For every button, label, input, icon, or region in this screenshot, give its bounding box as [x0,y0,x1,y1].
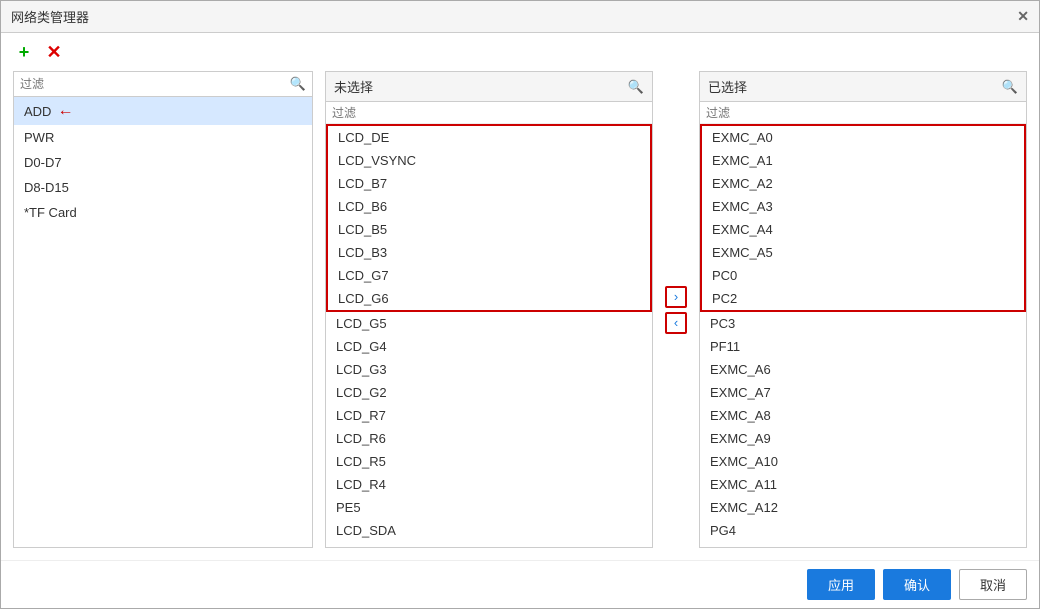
selected-list-item[interactable]: EXMC_A8 [700,404,1026,427]
unselected-list-item[interactable]: LCD_SDA [326,519,652,542]
confirm-button[interactable]: 确认 [883,569,951,600]
middle-panels: 未选择 🔍 LCD_DELCD_VSYNCLCD_B7LCD_B6LCD_B5L… [325,71,1027,548]
close-button[interactable]: ✕ [1017,8,1029,25]
unselected-list-item[interactable]: LCD_R6 [326,427,652,450]
unselected-list-item[interactable]: LCD_B3 [328,241,650,264]
left-list-item[interactable]: D0-D7 [14,150,312,175]
apply-button[interactable]: 应用 [807,569,875,600]
selected-list-item[interactable]: PC3 [700,312,1026,335]
selected-list-item[interactable]: EXMC_A9 [700,427,1026,450]
unselected-list-item[interactable]: LCD_R5 [326,450,652,473]
left-list-item[interactable]: *TF Card [14,200,312,225]
selected-list-item[interactable]: PG4 [700,519,1026,542]
unselected-red-border: LCD_DELCD_VSYNCLCD_B7LCD_B6LCD_B5LCD_B3L… [326,124,652,312]
unselected-title: 未选择 [334,77,373,96]
unselected-list-item[interactable]: LCD_G7 [328,264,650,287]
unselected-filter-row: 未选择 [334,77,628,96]
selected-list-item[interactable]: PC0 [702,264,1024,287]
selected-title: 已选择 [708,77,747,96]
unselected-list-item[interactable]: LCD_G3 [326,358,652,381]
unselected-list-item[interactable]: LCD_VSYNC [328,149,650,172]
cancel-button[interactable]: 取消 [959,569,1027,600]
unselected-list-item[interactable]: LCD_G4 [326,335,652,358]
window-title: 网络类管理器 [11,7,89,26]
selected-filter-input[interactable] [706,106,1020,120]
unselected-list-item[interactable]: LCD_R4 [326,473,652,496]
selected-list-item[interactable]: EXMC_A7 [700,381,1026,404]
selected-list-item[interactable]: EXMC_A2 [702,172,1024,195]
unselected-list-item[interactable]: LCD_B6 [328,195,650,218]
selected-list-item[interactable]: EXMC_A6 [700,358,1026,381]
title-bar: 网络类管理器 ✕ [1,1,1039,33]
arrow-icon: ← [57,102,73,120]
unselected-list-item[interactable]: LCD_B5 [328,218,650,241]
selected-list-item[interactable]: EXMC_A4 [702,218,1024,241]
unselected-filter-input[interactable] [332,106,646,120]
left-filter-row: 🔍 [14,72,312,97]
unselected-list-item[interactable]: PE5 [326,496,652,519]
unselected-header: 未选择 🔍 [326,72,652,102]
content-area: 🔍 ADD ←PWRD0-D7D8-D15*TF Card 未选择 🔍 LCD_… [1,71,1039,560]
selected-list-item[interactable]: PC2 [702,287,1024,310]
left-list: ADD ←PWRD0-D7D8-D15*TF Card [14,97,312,547]
selected-list-item[interactable]: EXMC_A0 [702,126,1024,149]
selected-list-item[interactable]: EXMC_A5 [702,241,1024,264]
unselected-list-item[interactable]: LCD_G6 [328,287,650,310]
selected-list: EXMC_A0EXMC_A1EXMC_A2EXMC_A3EXMC_A4EXMC_… [700,124,1026,547]
unselected-list-item[interactable]: LCD_DE [328,126,650,149]
main-window: 网络类管理器 ✕ + ✕ 🔍 ADD ←PWRD0-D7D8-D15*TF Ca… [0,0,1040,609]
unselected-list: LCD_DELCD_VSYNCLCD_B7LCD_B6LCD_B5LCD_B3L… [326,124,652,547]
unselected-list-item[interactable]: LCD_G2 [326,381,652,404]
selected-list-item[interactable]: EXMC_A10 [700,450,1026,473]
left-list-item[interactable]: D8-D15 [14,175,312,200]
unselected-list-item[interactable]: LCD_B7 [328,172,650,195]
toolbar: + ✕ [1,33,1039,71]
left-filter-input[interactable] [20,77,290,91]
footer: 应用 确认 取消 [1,560,1039,608]
unselected-list-item[interactable]: PE2 [326,542,652,547]
remove-button[interactable]: ✕ [43,41,65,63]
unselected-panel: 未选择 🔍 LCD_DELCD_VSYNCLCD_B7LCD_B6LCD_B5L… [325,71,653,548]
arrow-text: ADD [24,104,51,119]
selected-list-item[interactable]: EXMC_A12 [700,496,1026,519]
transfer-right-button[interactable]: › [665,286,687,308]
unselected-list-item[interactable]: LCD_G5 [326,312,652,335]
left-panel: 🔍 ADD ←PWRD0-D7D8-D15*TF Card [13,71,313,548]
selected-list-item[interactable]: PF11 [700,335,1026,358]
selected-list-item[interactable]: PG5 [700,542,1026,547]
unselected-list-item[interactable]: LCD_R7 [326,404,652,427]
selected-panel: 已选择 🔍 EXMC_A0EXMC_A1EXMC_A2EXMC_A3EXMC_A… [699,71,1027,548]
transfer-column: › ‹ [661,71,691,548]
selected-filter-icon[interactable]: 🔍 [1002,79,1018,95]
left-filter-icon[interactable]: 🔍 [290,76,306,92]
unselected-filter-icon[interactable]: 🔍 [628,79,644,95]
add-button[interactable]: + [13,41,35,63]
left-list-item[interactable]: ADD ← [14,97,312,125]
selected-list-item[interactable]: EXMC_A3 [702,195,1024,218]
left-list-item[interactable]: PWR [14,125,312,150]
selected-red-border: EXMC_A0EXMC_A1EXMC_A2EXMC_A3EXMC_A4EXMC_… [700,124,1026,312]
transfer-left-button[interactable]: ‹ [665,312,687,334]
selected-list-item[interactable]: EXMC_A11 [700,473,1026,496]
selected-header: 已选择 🔍 [700,72,1026,102]
selected-list-item[interactable]: EXMC_A1 [702,149,1024,172]
